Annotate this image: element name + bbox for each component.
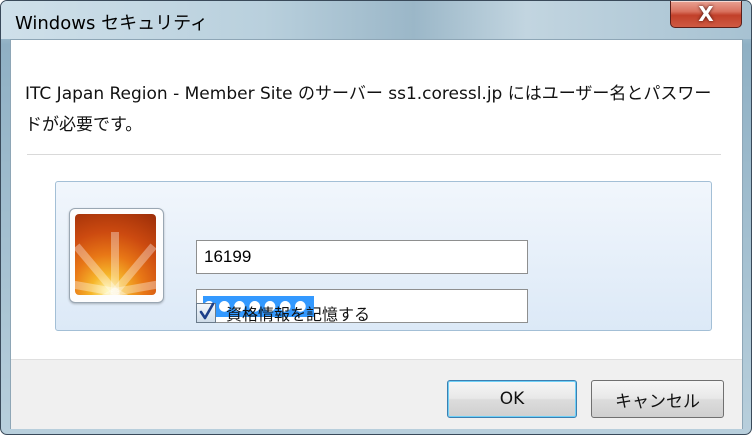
remember-credentials[interactable]: 資格情報を記憶する bbox=[196, 300, 370, 326]
username-input[interactable] bbox=[197, 241, 521, 273]
cancel-button[interactable]: キャンセル bbox=[591, 380, 724, 418]
ok-button[interactable]: OK bbox=[447, 380, 577, 418]
security-dialog-window: Windows セキュリティ X ITC Japan Region - Memb… bbox=[0, 0, 752, 435]
remember-checkbox[interactable] bbox=[196, 302, 216, 323]
remember-label: 資格情報を記憶する bbox=[226, 305, 371, 324]
dialog-client-area: ITC Japan Region - Member Site のサーバー ss1… bbox=[10, 39, 743, 429]
window-title: Windows セキュリティ bbox=[15, 13, 208, 34]
user-avatar bbox=[69, 208, 164, 303]
close-icon: X bbox=[698, 2, 714, 26]
prompt-message: ITC Japan Region - Member Site のサーバー ss1… bbox=[25, 84, 712, 135]
username-field[interactable] bbox=[196, 240, 528, 274]
divider bbox=[27, 154, 721, 156]
button-bar: OK キャンセル bbox=[11, 359, 742, 429]
close-button[interactable]: X bbox=[670, 1, 742, 28]
title-bar[interactable]: Windows セキュリティ X bbox=[1, 1, 751, 39]
credential-tile[interactable]: ●●●●●●● 資格情報を記憶する bbox=[55, 181, 712, 331]
flower-picture-icon bbox=[75, 214, 156, 295]
checkmark-icon bbox=[199, 302, 215, 320]
